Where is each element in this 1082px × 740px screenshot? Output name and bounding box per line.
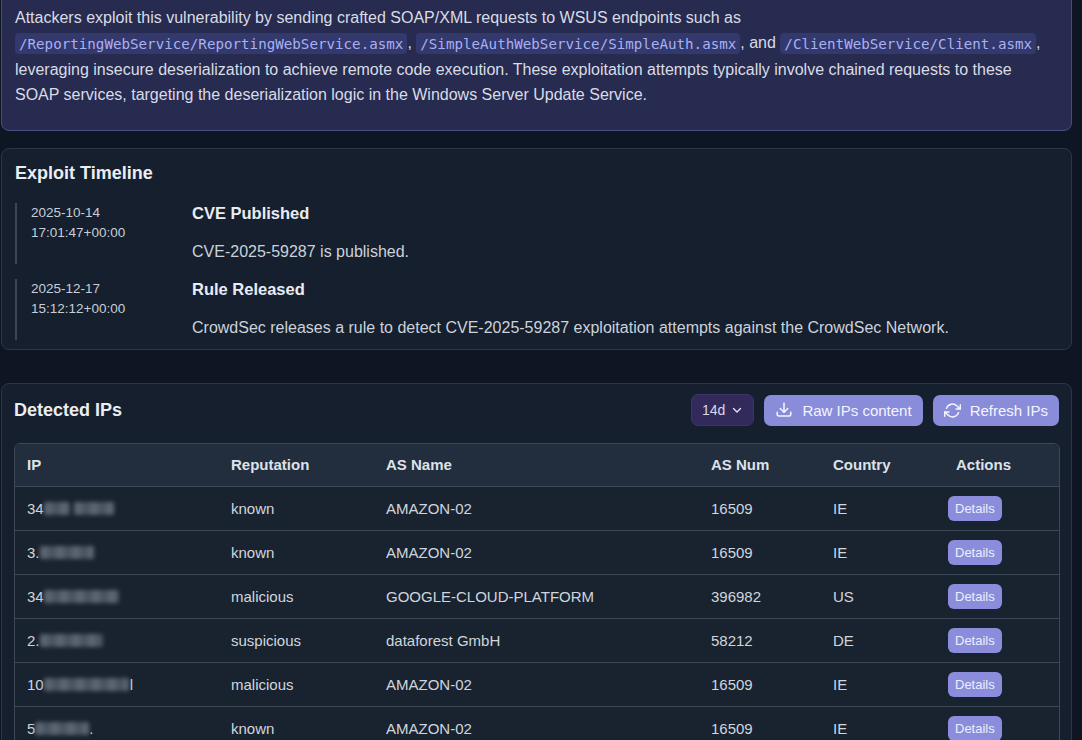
- details-4[interactable]: Details: [948, 628, 1002, 653]
- ip-row-5: 10l maliciousAMAZON-0216509IE Details: [15, 662, 1059, 706]
- days-select[interactable]: 14d: [691, 394, 754, 426]
- details-6[interactable]: Details: [948, 716, 1002, 740]
- ip-row-1: 34 knownAMAZON-0216509IE Details: [15, 486, 1059, 530]
- detected-ips-header: Detected IPs 14d Raw IPs content Refresh…: [14, 394, 1059, 426]
- ip-row-4: 2. suspiciousdataforest GmbH58212DE Deta…: [15, 618, 1059, 662]
- raw-ips-button[interactable]: Raw IPs content: [764, 395, 922, 426]
- details-3[interactable]: Details: [948, 584, 1002, 609]
- exploit-timeline: Exploit Timeline 2025-10-1417:01:47+00:0…: [1, 148, 1072, 350]
- ips-table-wrap: IPReputationAS NameAS NumCountryActions …: [14, 443, 1060, 740]
- vulnerability-description: Attackers exploit this vulnerability by …: [1, 0, 1072, 131]
- timeline-list: 2025-10-1417:01:47+00:00 CVE Published C…: [15, 203, 1058, 340]
- timeline-item-cve: 2025-10-1417:01:47+00:00 CVE Published C…: [15, 203, 1058, 264]
- ip-row-6: 5. knownAMAZON-0216509IE Details: [15, 706, 1059, 740]
- details-2[interactable]: Details: [948, 540, 1002, 565]
- ips-table: IPReputationAS NameAS NumCountryActions …: [15, 444, 1059, 740]
- ip-row-2: 3. knownAMAZON-0216509IE Details: [15, 530, 1059, 574]
- description-text: Attackers exploit this vulnerability by …: [15, 5, 1058, 108]
- refresh-ips-button[interactable]: Refresh IPs: [933, 395, 1059, 426]
- details-5[interactable]: Details: [948, 672, 1002, 697]
- ip-row-3: 34 maliciousGOOGLE-CLOUD-PLATFORM396982U…: [15, 574, 1059, 618]
- timeline-title: Exploit Timeline: [15, 163, 1058, 184]
- timeline-item-rule: 2025-12-1715:12:12+00:00 Rule Released C…: [15, 279, 1058, 340]
- detected-ips-title: Detected IPs: [14, 394, 122, 426]
- detected-ips: Detected IPs 14d Raw IPs content Refresh…: [1, 383, 1072, 740]
- details-1[interactable]: Details: [948, 496, 1002, 521]
